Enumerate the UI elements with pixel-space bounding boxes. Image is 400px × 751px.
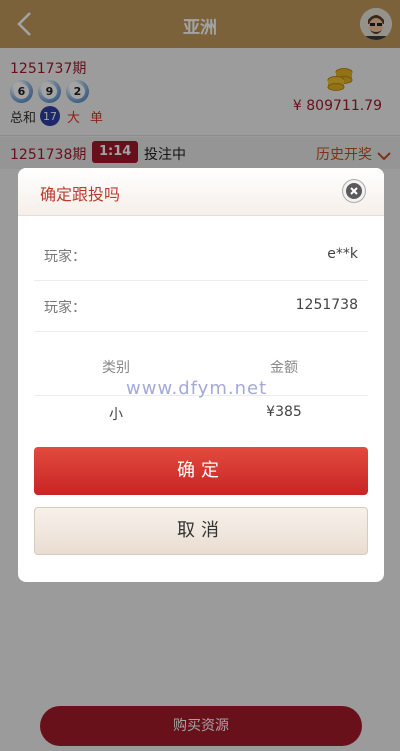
watermark: www.dfym.net [126, 378, 268, 399]
modal-header: 确定跟投吗 [18, 168, 384, 216]
period-value: 1251738 [295, 297, 358, 313]
player-label: 玩家： [44, 300, 86, 316]
modal-title: 确定跟投吗 [40, 185, 121, 204]
player-name: e**k [327, 246, 358, 262]
period-row: 玩家： 1251738 [34, 282, 368, 332]
follow-bet-modal: 确定跟投吗 玩家： e**k 玩家： 1251738 类别 金额 小 ¥385 … [18, 168, 384, 582]
table-row: 小 ¥385 [34, 396, 368, 432]
bet-amount: ¥385 [266, 404, 302, 420]
cancel-button[interactable]: 取消 [34, 507, 368, 555]
player-row: 玩家： e**k [34, 231, 368, 281]
player-label: 玩家： [44, 249, 86, 265]
bet-category: 小 [109, 407, 123, 423]
close-icon[interactable] [342, 179, 366, 203]
column-amount: 金额 [270, 360, 298, 376]
column-category: 类别 [102, 360, 130, 376]
confirm-button[interactable]: 确定 [34, 447, 368, 495]
